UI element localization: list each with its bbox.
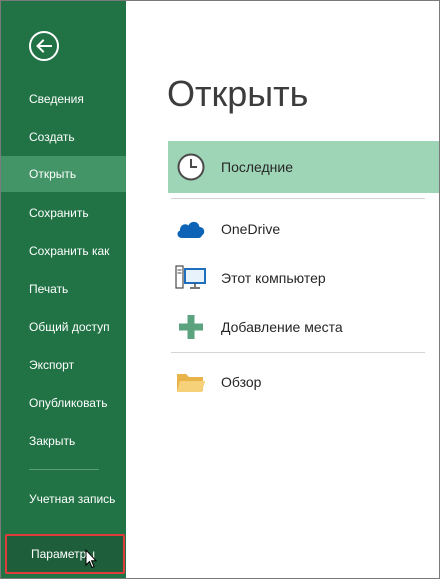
location-add-place[interactable]: Добавление места [168, 301, 439, 353]
location-recent[interactable]: Последние [168, 141, 439, 193]
nav-item-info[interactable]: Сведения [1, 81, 126, 117]
nav-item-new[interactable]: Создать [1, 119, 126, 155]
plus-icon [168, 314, 214, 340]
nav-item-save-as[interactable]: Сохранить как [1, 233, 126, 269]
location-label: OneDrive [221, 221, 281, 237]
location-this-pc[interactable]: Этот компьютер [168, 252, 439, 304]
nav-item-export[interactable]: Экспорт [1, 347, 126, 383]
location-divider [171, 352, 425, 353]
mouse-cursor-icon [85, 549, 97, 569]
location-browse[interactable]: Обзор [168, 356, 439, 408]
nav-item-publish[interactable]: Опубликовать [1, 385, 126, 421]
computer-icon [168, 264, 214, 292]
arrow-left-icon [36, 39, 52, 53]
location-onedrive[interactable]: OneDrive [168, 203, 439, 255]
backstage-window: Сведения Создать Открыть Сохранить Сохра… [0, 0, 440, 579]
nav-item-print[interactable]: Печать [1, 271, 126, 307]
location-divider [171, 198, 425, 199]
page-title: Открыть [167, 73, 309, 114]
nav-item-account[interactable]: Учетная запись [29, 491, 119, 508]
nav-item-close[interactable]: Закрыть [1, 423, 126, 459]
sidebar-divider [29, 469, 99, 470]
back-button[interactable] [29, 31, 59, 61]
nav-item-options[interactable]: Параметры [5, 534, 125, 574]
location-label: Добавление места [221, 319, 343, 335]
nav-item-open[interactable]: Открыть [1, 156, 126, 192]
location-label: Обзор [221, 374, 262, 390]
location-label: Этот компьютер [221, 270, 326, 286]
nav-item-save[interactable]: Сохранить [1, 195, 126, 231]
clock-icon [168, 152, 214, 182]
folder-icon [168, 370, 214, 394]
nav-item-share[interactable]: Общий доступ [1, 309, 126, 345]
backstage-sidebar: Сведения Создать Открыть Сохранить Сохра… [1, 1, 126, 578]
cloud-icon [168, 218, 214, 240]
location-label: Последние [221, 159, 294, 175]
